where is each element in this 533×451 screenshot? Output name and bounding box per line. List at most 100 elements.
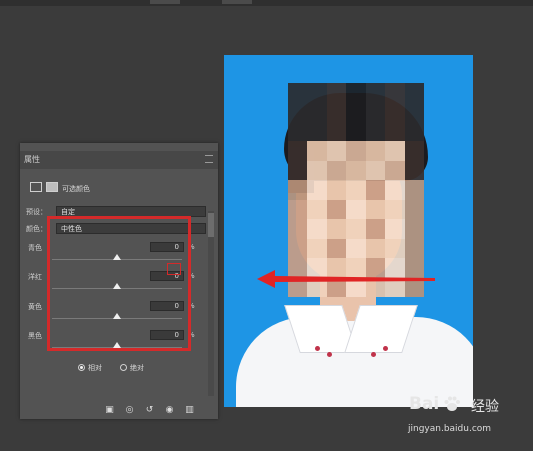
slider-label: 黑色 (28, 332, 42, 340)
properties-tab-title: 属性 (24, 155, 40, 164)
colors-label: 颜色： (26, 225, 47, 233)
baidu-watermark: Bai 经验 jingyan.baidu.com (403, 392, 528, 442)
mosaic-tile (365, 219, 386, 239)
mosaic-tile (346, 83, 366, 103)
mosaic-tile (404, 180, 424, 200)
mosaic-tile (346, 180, 366, 200)
panel-scrollbar[interactable] (208, 211, 214, 396)
slider-label: 洋红 (28, 273, 42, 281)
mosaic-tile (346, 141, 366, 161)
mosaic-tile (326, 180, 347, 200)
adjustment-name: 可选颜色 (62, 185, 90, 193)
mosaic-tile (404, 238, 424, 259)
panel-footer-toolbar: ▣ ◎ ↺ ◉ ▥ (104, 405, 214, 417)
slider-label: 青色 (28, 244, 42, 252)
mosaic-tile (288, 141, 308, 161)
mosaic-tile (307, 180, 327, 200)
relative-label: 相对 (88, 364, 102, 372)
mosaic-tile (326, 102, 347, 122)
shirt-button (383, 346, 388, 351)
red-highlight-box (47, 216, 191, 351)
mosaic-tile (288, 219, 308, 239)
mosaic-tile (365, 83, 386, 103)
mosaic-tile (404, 102, 424, 122)
watermark-logo-cn: 经验 (471, 399, 499, 415)
mosaic-tile (365, 141, 386, 161)
mosaic-tile (288, 180, 308, 200)
preset-label: 预设： (26, 208, 47, 216)
mosaic-tile (365, 160, 386, 181)
mosaic-tile (385, 83, 405, 103)
mosaic-tile (307, 219, 327, 239)
mosaic-tile (404, 121, 424, 142)
adjustment-layer-icon (30, 182, 42, 192)
panel-menu-icon[interactable] (205, 155, 213, 163)
slider-label: 黄色 (28, 303, 42, 311)
mosaic-tile (307, 199, 327, 220)
mosaic-tile (346, 160, 366, 181)
mosaic-tile (385, 141, 405, 161)
mosaic-tile (326, 199, 347, 220)
shirt-button (315, 346, 320, 351)
toolbar-tab-1[interactable] (150, 0, 180, 4)
reset-icon[interactable]: ↺ (144, 405, 155, 415)
mosaic-tile (307, 102, 327, 122)
scrollbar-thumb[interactable] (208, 213, 214, 237)
mosaic-tile (288, 83, 308, 103)
mosaic-tile (346, 102, 366, 122)
mosaic-tile (385, 199, 405, 220)
mosaic-tile (404, 141, 424, 161)
mosaic-tile (288, 238, 308, 259)
toolbar-tab-2[interactable] (222, 0, 252, 4)
mosaic-tile (385, 160, 405, 181)
mosaic-tile (385, 180, 405, 200)
paw-icon (444, 396, 460, 411)
mosaic-tile (404, 219, 424, 239)
shirt-button (371, 352, 376, 357)
preset-value: 自定 (61, 208, 75, 216)
mosaic-tile (326, 141, 347, 161)
mosaic-tile (346, 219, 366, 239)
mosaic-tile (404, 83, 424, 103)
mosaic-tile (288, 102, 308, 122)
top-toolbar-strip (0, 0, 533, 6)
properties-tab[interactable]: 属性 (20, 151, 218, 169)
mosaic-tile (307, 121, 327, 142)
mask-icon[interactable] (46, 182, 58, 192)
mosaic-tile (307, 141, 327, 161)
mosaic-tile (288, 199, 308, 220)
absolute-label: 绝对 (130, 364, 144, 372)
clip-icon[interactable]: ▣ (104, 405, 115, 415)
mosaic-tile (326, 219, 347, 239)
mosaic-tile (385, 121, 405, 142)
mosaic-tile (365, 121, 386, 142)
delete-icon[interactable]: ▥ (184, 405, 195, 415)
red-highlight-small-box (167, 263, 181, 275)
mosaic-tile (385, 219, 405, 239)
id-photo-canvas[interactable] (224, 55, 473, 407)
mosaic-tile (365, 102, 386, 122)
mosaic-tile (288, 121, 308, 142)
watermark-url: jingyan.baidu.com (408, 424, 492, 434)
visibility-icon[interactable]: ◉ (164, 405, 175, 415)
mosaic-tile (326, 160, 347, 181)
mosaic-tile (365, 180, 386, 200)
mosaic-tile (326, 83, 347, 103)
mosaic-tile (307, 238, 327, 259)
mosaic-tile (307, 160, 327, 181)
mosaic-tile (404, 160, 424, 181)
absolute-radio[interactable] (120, 364, 127, 371)
face-mosaic-blur (288, 83, 424, 297)
mosaic-tile (307, 83, 327, 103)
shirt-button (327, 352, 332, 357)
view-previous-icon[interactable]: ◎ (124, 405, 135, 415)
mosaic-tile (346, 121, 366, 142)
mosaic-tile (365, 199, 386, 220)
mosaic-tile (326, 238, 347, 259)
mosaic-tile (346, 238, 366, 259)
mosaic-tile (326, 121, 347, 142)
mosaic-tile (365, 238, 386, 259)
mosaic-tile (346, 199, 366, 220)
relative-radio[interactable] (78, 364, 85, 371)
red-arrow-annotation (257, 270, 435, 288)
